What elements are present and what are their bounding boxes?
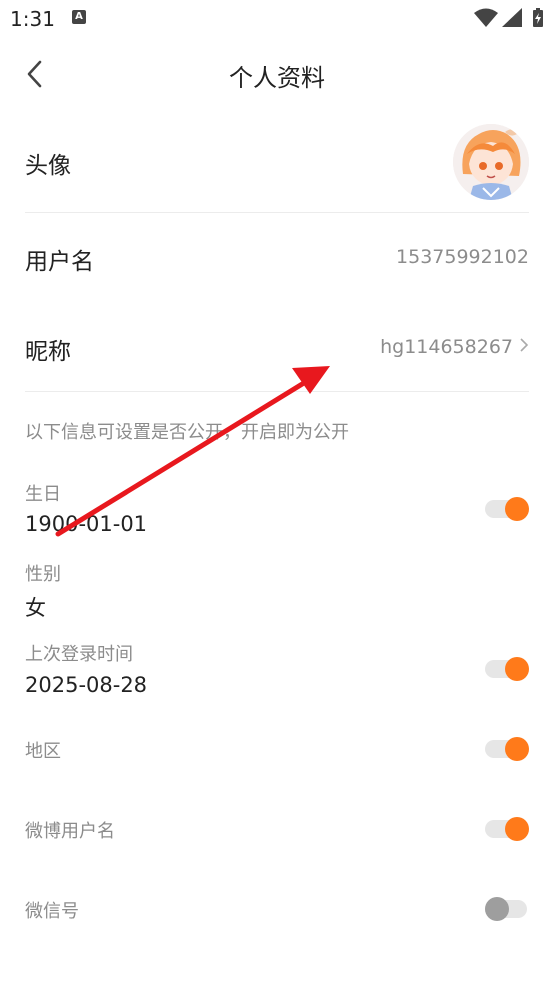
nickname-value: hg114658267: [380, 336, 513, 358]
birthday-public-toggle[interactable]: [485, 497, 529, 521]
avatar-image: [453, 124, 529, 200]
weibo-public-toggle[interactable]: [485, 817, 529, 841]
weibo-label: 微博用户名: [25, 821, 115, 842]
divider: [25, 391, 529, 392]
username-label: 用户名: [25, 249, 94, 275]
last-login-label: 上次登录时间: [25, 644, 133, 665]
nickname-label: 昵称: [25, 339, 71, 365]
birthday-label: 生日: [25, 484, 61, 505]
toggle-knob: [505, 737, 529, 761]
gender-label: 性别: [25, 564, 61, 585]
header: 个人资料: [0, 38, 554, 110]
divider: [25, 212, 529, 213]
privacy-note: 以下信息可设置是否公开，开启即为公开: [25, 422, 349, 443]
avatar-row[interactable]: 头像: [25, 124, 529, 200]
wifi-icon: [474, 8, 498, 27]
wechat-label: 微信号: [25, 901, 79, 922]
cell-signal-icon: [502, 8, 522, 27]
wechat-public-toggle[interactable]: [485, 897, 529, 921]
nickname-row[interactable]: 昵称 hg114658267: [25, 330, 529, 370]
birthday-value: 1900-01-01: [25, 512, 148, 536]
username-value: 15375992102: [396, 246, 529, 268]
notification-icon: A: [72, 10, 86, 24]
toggle-knob: [505, 657, 529, 681]
gender-value: 女: [25, 596, 46, 620]
avatar-label: 头像: [25, 153, 71, 179]
toggle-knob: [485, 897, 509, 921]
toggle-knob: [505, 497, 529, 521]
last-login-value: 2025-08-28: [25, 673, 148, 697]
region-public-toggle[interactable]: [485, 737, 529, 761]
last-login-public-toggle[interactable]: [485, 657, 529, 681]
page-title: 个人资料: [229, 64, 325, 92]
battery-icon: [533, 8, 543, 27]
nickname-value-group: hg114658267: [380, 336, 529, 358]
avatar[interactable]: [453, 124, 529, 200]
toggle-knob: [505, 817, 529, 841]
region-label: 地区: [25, 741, 61, 762]
username-row: 用户名 15375992102: [25, 240, 529, 280]
status-time: 1:31: [10, 7, 55, 31]
status-bar: 1:31 A: [0, 0, 554, 38]
chevron-right-icon: [520, 338, 529, 352]
